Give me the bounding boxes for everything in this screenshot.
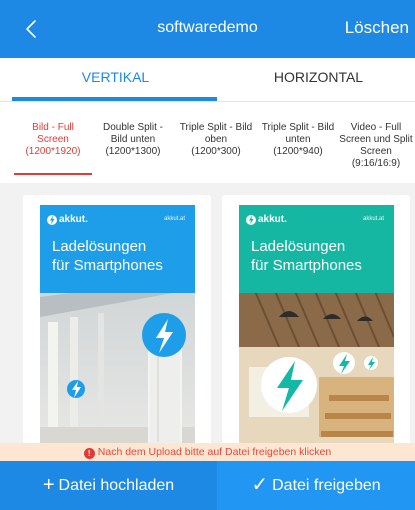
layout-option-double-split[interactable]: Double Split - Bild unten (1200*1300) bbox=[92, 122, 174, 158]
layout-option-dimension: (9:16/16:9) bbox=[351, 158, 401, 169]
layout-option-dimension: (1200*940) bbox=[273, 146, 323, 157]
layout-option-label: Video - Full bbox=[350, 122, 402, 133]
media-card[interactable]: akkut. akkut.at Ladelösungen für Smartph… bbox=[23, 195, 211, 455]
layout-options: Bild - Full Screen (1200*1920) Double Sp… bbox=[0, 101, 415, 183]
poster-photo bbox=[40, 277, 195, 455]
poster-headline-line: Ladelösungen bbox=[52, 238, 147, 255]
bottom-action-bar: + Datei hochladen ✓ Datei freigeben bbox=[0, 461, 415, 510]
upload-file-label: Datei hochladen bbox=[58, 477, 175, 494]
layout-option-dimension: (1200*300) bbox=[191, 146, 241, 157]
layout-option-dimension: (1200*1920) bbox=[25, 146, 81, 157]
media-thumbnail: akkut. akkut.at Ladelösungen für Smartph… bbox=[40, 205, 195, 455]
lightning-icon bbox=[47, 215, 57, 225]
media-card[interactable]: akkut. akkut.at Ladelösungen für Smartph… bbox=[222, 195, 410, 455]
notice-text: Nach dem Upload bitte auf Datei freigebe… bbox=[97, 446, 332, 458]
layout-option-label: Screen bbox=[37, 134, 69, 145]
poster-brand: akkut. bbox=[59, 214, 88, 225]
layout-option-video[interactable]: Video - Full Screen und Split Screen (9:… bbox=[337, 122, 415, 170]
layout-option-label: unten bbox=[285, 134, 311, 145]
layout-option-label: Double Split - bbox=[102, 122, 164, 133]
warning-icon: ! bbox=[83, 448, 95, 459]
layout-option-label: oben bbox=[204, 134, 228, 145]
layout-option-label: Triple Split - Bild bbox=[261, 122, 335, 133]
tab-horizontal[interactable]: HORIZONTAL bbox=[215, 69, 415, 85]
poster-headline: Ladelösungen für Smartphones bbox=[52, 237, 163, 275]
media-thumbnail: akkut. akkut.at Ladelösungen für Smartph… bbox=[239, 205, 394, 455]
delete-button[interactable]: Löschen bbox=[345, 18, 409, 38]
poster-brand: akkut. bbox=[258, 214, 287, 225]
poster-header: akkut. akkut.at Ladelösungen für Smartph… bbox=[40, 205, 195, 293]
media-grid: akkut. akkut.at Ladelösungen für Smartph… bbox=[0, 183, 415, 455]
poster-headline: Ladelösungen für Smartphones bbox=[251, 237, 362, 275]
checkmark-icon: ✓ bbox=[251, 474, 269, 496]
poster-photo bbox=[239, 276, 394, 455]
upload-file-button[interactable]: + Datei hochladen bbox=[0, 461, 217, 510]
upload-notice: ! Nach dem Upload bitte auf Datei freigeb… bbox=[0, 443, 415, 461]
poster-site: akkut.at bbox=[362, 216, 384, 222]
lightning-icon bbox=[246, 215, 256, 225]
tab-vertical[interactable]: VERTIKAL bbox=[12, 69, 219, 85]
poster-header: akkut. akkut.at Ladelösungen für Smartph… bbox=[239, 205, 394, 293]
orientation-tabs: VERTIKAL HORIZONTAL bbox=[0, 58, 415, 101]
poster-site: akkut.at bbox=[163, 216, 185, 222]
layout-option-label: Bild unten bbox=[110, 134, 156, 145]
layout-option-label: Triple Split - Bild bbox=[179, 122, 253, 133]
layout-option-triple-split-top[interactable]: Triple Split - Bild oben (1200*300) bbox=[175, 122, 257, 158]
layout-option-triple-split-bottom[interactable]: Triple Split - Bild unten (1200*940) bbox=[257, 122, 339, 158]
header-bar: softwaredemo Löschen bbox=[0, 0, 415, 58]
release-file-button[interactable]: ✓ Datei freigeben bbox=[217, 461, 415, 510]
layout-option-dimension: (1200*1300) bbox=[105, 146, 161, 157]
layout-option-label: Screen und Split bbox=[339, 134, 413, 145]
layout-option-label: Bild - Full bbox=[32, 122, 74, 133]
poster-headline-line: Ladelösungen bbox=[251, 238, 346, 255]
poster-headline-line: für Smartphones bbox=[251, 257, 362, 274]
plus-icon: + bbox=[42, 474, 55, 496]
layout-option-label: Screen bbox=[360, 146, 392, 157]
layout-option-full-screen[interactable]: Bild - Full Screen (1200*1920) bbox=[12, 122, 94, 175]
app-screen: softwaredemo Löschen VERTIKAL HORIZONTAL… bbox=[0, 0, 415, 510]
release-file-label: Datei freigeben bbox=[272, 477, 381, 494]
poster-headline-line: für Smartphones bbox=[52, 257, 163, 274]
